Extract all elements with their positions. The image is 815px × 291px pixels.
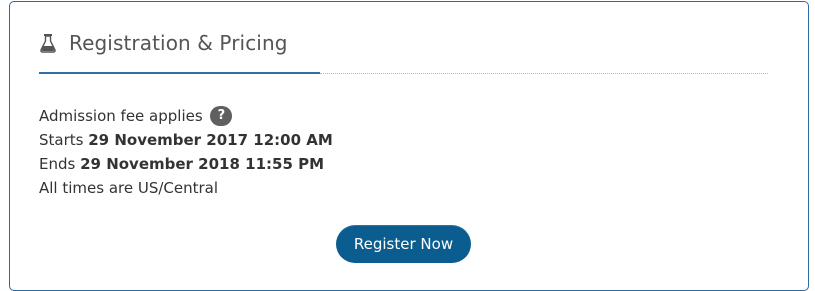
ends-row: Ends 29 November 2018 11:55 PM: [39, 152, 333, 176]
starts-value: 29 November 2017 12:00 AM: [88, 131, 333, 149]
register-now-button[interactable]: Register Now: [336, 225, 471, 263]
ends-label: Ends: [39, 155, 81, 173]
event-info: Admission fee applies ? Starts 29 Novemb…: [39, 104, 333, 200]
fee-text: Admission fee applies: [39, 107, 203, 125]
starts-row: Starts 29 November 2017 12:00 AM: [39, 128, 333, 152]
flask-icon: [39, 33, 57, 53]
panel-title: Registration & Pricing: [69, 31, 288, 55]
panel-header: Registration & Pricing: [39, 31, 288, 55]
timezone-note: All times are US/Central: [39, 179, 219, 197]
help-icon[interactable]: ?: [210, 105, 233, 126]
fee-row: Admission fee applies ?: [39, 104, 333, 128]
header-underline: [39, 72, 320, 74]
starts-label: Starts: [39, 131, 89, 149]
header-divider: [320, 73, 768, 74]
ends-value: 29 November 2018 11:55 PM: [80, 155, 325, 173]
